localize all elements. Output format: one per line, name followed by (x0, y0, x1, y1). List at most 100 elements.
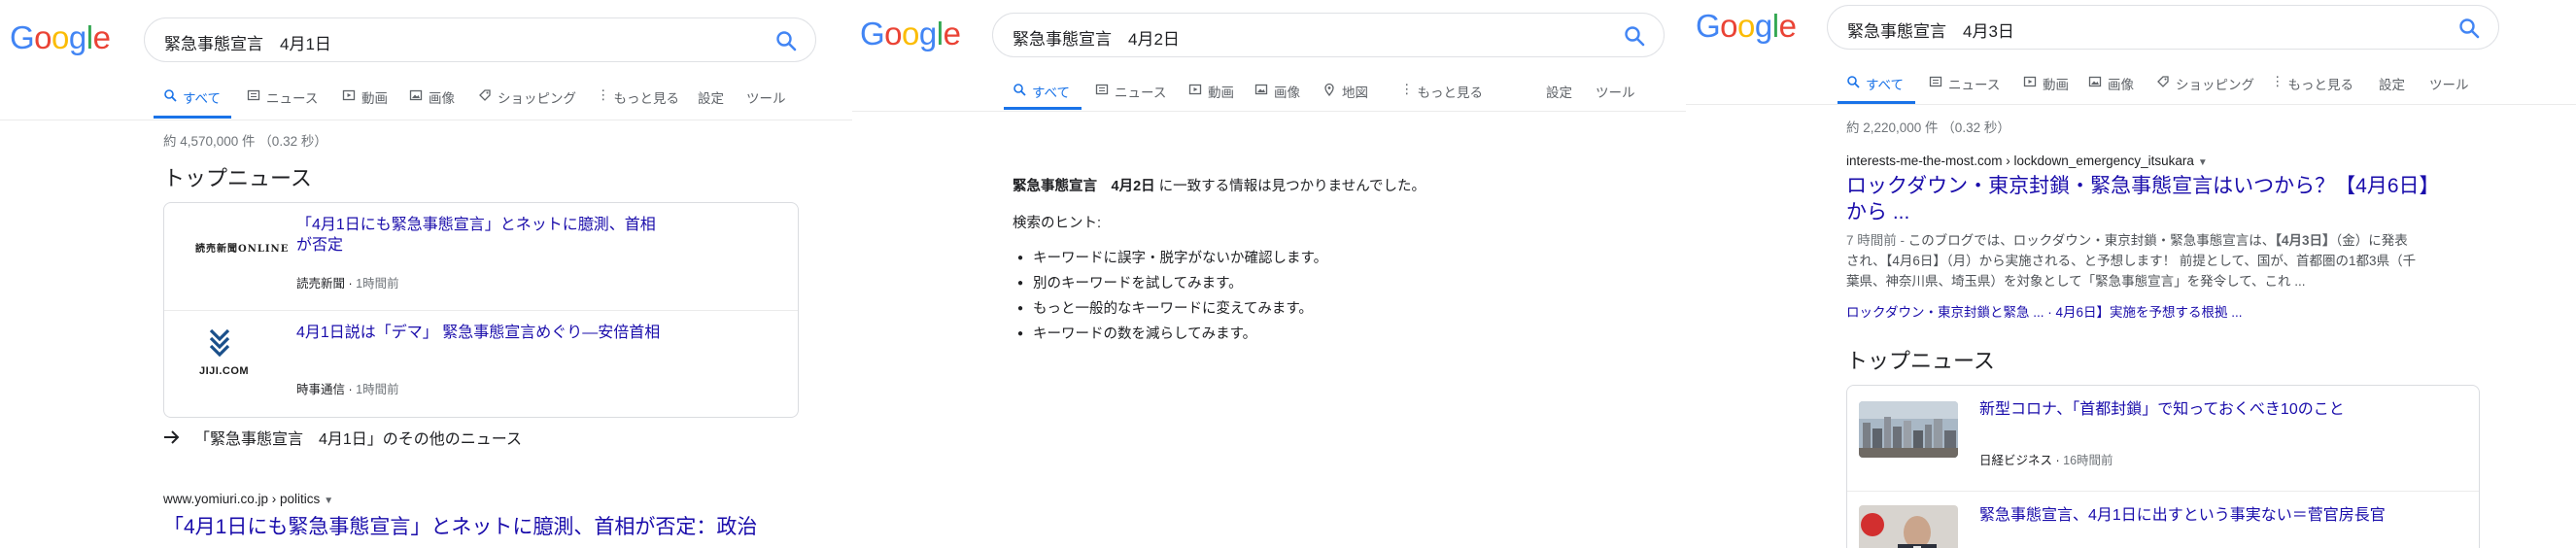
result-snippet: 7 時間前 - このブログでは、ロックダウン・東京封鎖・緊急事態宣言は、【4月3… (1846, 230, 2420, 291)
tab-tools[interactable]: ツール (1596, 76, 1635, 115)
jiji-logo-icon (209, 328, 230, 358)
news-item[interactable]: JIJI.COM 4月1日説は「デマ」 緊急事態宣言めぐり―安倍首相 時事通信 … (164, 310, 798, 418)
news-title[interactable]: 4月1日説は「デマ」 緊急事態宣言めぐり―安倍首相 (296, 323, 666, 343)
tab-images[interactable]: 画像 (2088, 68, 2134, 107)
tab-settings[interactable]: 設定 (2379, 68, 2405, 107)
tab-label: ツール (1596, 86, 1635, 100)
news-item[interactable]: 新型コロナ、「首都封鎖」で知っておくべき10のこと 日経ビジネス · 16時間前 (1847, 386, 2479, 491)
jiji-logo-text: JIJI.COM (199, 365, 250, 377)
news-icon (1929, 76, 1942, 87)
tab-all[interactable]: すべて (163, 82, 221, 120)
tab-shopping[interactable]: ショッピング (478, 82, 576, 120)
hint-item: もっと一般的なキーワードに変えてみます。 (1017, 297, 1327, 323)
search-icon (1013, 84, 1026, 96)
tab-news[interactable]: ニュース (1929, 68, 2000, 107)
search-icon[interactable] (2457, 17, 2481, 40)
search-input[interactable]: 緊急事態宣言 4月1日 (144, 17, 816, 62)
result-title[interactable]: ロックダウン・東京封鎖・緊急事態宣言はいつから？【4月6日】 (1846, 173, 2440, 199)
tab-settings[interactable]: 設定 (1546, 76, 1572, 115)
top-news-card: 新型コロナ、「首都封鎖」で知っておくべき10のこと 日経ビジネス · 16時間前… (1846, 385, 2480, 548)
news-meta: 時事通信 · 1時間前 (296, 383, 399, 396)
search-tabs: すべて ニュース 動画 画像 地図 ⋮ もっと見る 設定 ツール (852, 76, 1686, 115)
search-panel-april-2: Google 緊急事態宣言 4月2日 すべて ニュース 動画 画像 地図 ⋮ もっ… (852, 0, 1686, 548)
tab-label: ニュース (1948, 78, 2001, 92)
news-item[interactable]: 緊急事態宣言、4月1日に出すという事実ない＝菅官房長官 (1847, 491, 2479, 548)
video-icon (2023, 76, 2037, 87)
tab-tools[interactable]: ツール (2429, 68, 2469, 107)
news-title[interactable]: 緊急事態宣言、4月1日に出すという事実ない＝菅官房長官 (1979, 505, 2387, 526)
tab-images[interactable]: 画像 (409, 82, 455, 120)
tab-label: 地図 (1342, 86, 1368, 100)
logo-letter: G (860, 16, 885, 51)
tab-maps[interactable]: 地図 (1322, 76, 1368, 115)
snippet-date: 7 時間前 - (1846, 233, 1908, 248)
search-input[interactable]: 緊急事態宣言 4月2日 (992, 13, 1665, 57)
result-url-text: www.yomiuri.co.jp › politics (163, 492, 321, 506)
tab-label: すべて (183, 91, 222, 106)
tab-label: 動画 (361, 91, 388, 106)
tab-settings[interactable]: 設定 (698, 82, 724, 120)
news-meta: 読売新聞 · 1時間前 (296, 277, 399, 291)
tab-label: 設定 (1546, 86, 1572, 100)
search-icon[interactable] (1623, 24, 1646, 48)
logo-letter: l (86, 19, 93, 55)
logo-letter: g (918, 16, 937, 51)
google-logo[interactable]: Google (1696, 8, 1797, 45)
image-icon (1254, 84, 1268, 95)
tab-videos[interactable]: 動画 (342, 82, 388, 120)
google-logo[interactable]: Google (10, 19, 111, 56)
news-meta: 日経ビジネス · 16時間前 (1979, 454, 2113, 467)
logo-letter: l (1771, 8, 1779, 44)
result-title-continued[interactable]: から ... (1846, 199, 1909, 225)
video-icon (342, 89, 356, 101)
tab-tools[interactable]: ツール (746, 82, 786, 120)
news-time: 16時間前 (2063, 454, 2113, 467)
tab-more[interactable]: ⋮ もっと見る (1400, 76, 1483, 115)
news-title[interactable]: 新型コロナ、「首都封鎖」で知っておくべき10のこと (1979, 399, 2368, 420)
tab-label: 画像 (429, 91, 455, 106)
more-vert-icon: ⋮ (597, 87, 610, 102)
tab-label: 設定 (2379, 78, 2405, 92)
top-news-card: 読売新聞ONLINE 「4月1日にも緊急事態宣言」とネットに臆測、首相が否定 読… (163, 202, 799, 418)
tab-news[interactable]: ニュース (247, 82, 318, 120)
arrow-right-icon (164, 430, 180, 444)
result-url[interactable]: www.yomiuri.co.jp › politics ▼ (163, 492, 333, 506)
tab-label: ツール (746, 91, 786, 106)
hints-heading: 検索のヒント: (1013, 216, 1102, 231)
result-title[interactable]: 「4月1日にも緊急事態宣言」とネットに臆測、首相が否定：政治 (163, 514, 757, 540)
google-logo[interactable]: Google (860, 16, 961, 52)
result-sitelinks[interactable]: ロックダウン・東京封鎖と緊急 ... · 4月6日】実施を予想する根拠 ... (1846, 301, 2242, 321)
logo-letter: e (92, 19, 111, 55)
tab-label: 設定 (698, 91, 724, 106)
news-thumbnail-image (1859, 505, 1958, 548)
news-icon (247, 89, 260, 101)
search-input[interactable]: 緊急事態宣言 4月3日 (1827, 5, 2499, 50)
search-icon[interactable] (774, 29, 798, 52)
hint-item: キーワードの数を減らしてみます。 (1017, 323, 1327, 348)
tag-icon (479, 89, 491, 101)
tab-shopping[interactable]: ショッピング (2156, 68, 2254, 107)
caret-down-icon[interactable]: ▼ (2198, 157, 2208, 168)
tab-more[interactable]: ⋮ もっと見る (2271, 68, 2353, 107)
tab-label: もっと見る (613, 91, 680, 106)
tab-more[interactable]: ⋮ もっと見る (597, 82, 679, 120)
video-icon (1188, 84, 1202, 95)
logo-letter: G (1696, 8, 1721, 44)
news-item[interactable]: 読売新聞ONLINE 「4月1日にも緊急事態宣言」とネットに臆測、首相が否定 読… (164, 203, 798, 310)
tab-images[interactable]: 画像 (1254, 76, 1300, 115)
search-tabs: すべて ニュース 動画 画像 ショッピング ⋮ もっと見る 設定 ツール (1686, 68, 2576, 107)
caret-down-icon[interactable]: ▼ (324, 496, 333, 506)
logo-letter: g (1754, 8, 1772, 44)
result-url[interactable]: interests-me-the-most.com › lockdown_eme… (1846, 154, 2208, 168)
tab-videos[interactable]: 動画 (1188, 76, 1234, 115)
hint-item: 別のキーワードを試してみます。 (1017, 272, 1327, 297)
more-news-link[interactable]: 「緊急事態宣言 4月1日」のその他のニュース (163, 426, 522, 449)
image-icon (409, 89, 423, 101)
active-tab-indicator (154, 116, 231, 119)
tab-label: ニュース (1115, 86, 1167, 100)
tab-news[interactable]: ニュース (1095, 76, 1166, 115)
tab-videos[interactable]: 動画 (2023, 68, 2069, 107)
news-title[interactable]: 「4月1日にも緊急事態宣言」とネットに臆測、首相が否定 (296, 215, 666, 256)
search-query-text: 緊急事態宣言 4月1日 (164, 35, 331, 53)
tab-label: もっと見る (1417, 86, 1484, 100)
